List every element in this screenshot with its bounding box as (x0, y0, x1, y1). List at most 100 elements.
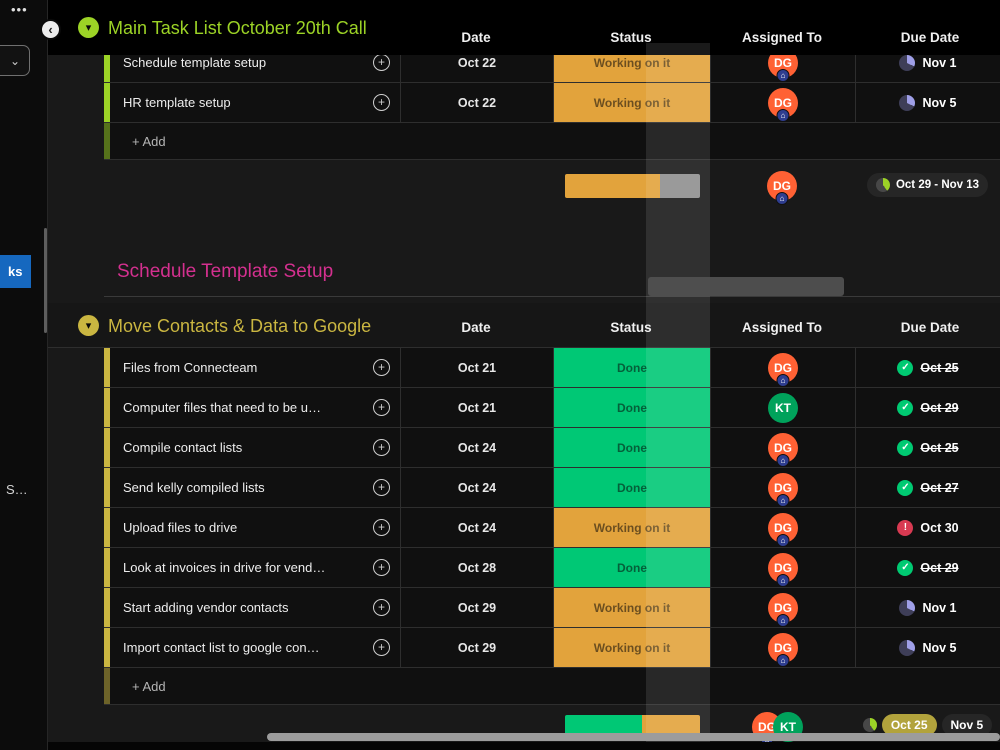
due-date-cell[interactable]: ! Oct 30 (855, 508, 1000, 547)
add-update-icon[interactable]: + (373, 599, 390, 616)
add-task-row[interactable]: + Add (104, 668, 1000, 705)
status-cell[interactable]: Working on it (553, 83, 710, 122)
add-update-icon[interactable]: + (373, 479, 390, 496)
task-name-cell[interactable]: Files from Connecteam + (110, 348, 400, 387)
task-name-cell[interactable]: Upload files to drive + (110, 508, 400, 547)
task-name-cell[interactable]: Start adding vendor contacts + (110, 588, 400, 627)
assignee-cell[interactable]: DG ⌂ (710, 508, 855, 547)
avatar: DG⌂ (768, 592, 798, 627)
collapse-group-icon[interactable]: ▾ (78, 17, 99, 38)
menu-dots-icon[interactable]: ••• (11, 2, 28, 17)
due-date-cell[interactable]: ✓ Oct 29 (855, 548, 1000, 587)
column-header-date[interactable]: Date (461, 30, 490, 45)
table-row[interactable]: Send kelly compiled lists + Oct 24 Done … (104, 468, 1000, 508)
status-cell[interactable]: Done (553, 548, 710, 587)
status-cell[interactable]: Done (553, 428, 710, 467)
sidebar-dropdown[interactable]: ⌄ (0, 45, 30, 76)
progress-pie-icon (875, 178, 890, 192)
task-date[interactable]: Oct 24 (400, 428, 553, 467)
table-row[interactable]: Upload files to drive + Oct 24 Working o… (104, 508, 1000, 548)
check-icon: ✓ (897, 439, 914, 456)
status-distribution-bar[interactable] (565, 174, 700, 198)
due-date-cell[interactable]: Nov 1 (855, 588, 1000, 627)
task-date[interactable]: Oct 28 (400, 548, 553, 587)
add-task-label: + Add (132, 678, 166, 694)
status-cell[interactable]: Working on it (553, 508, 710, 547)
task-name-cell[interactable]: Send kelly compiled lists + (110, 468, 400, 507)
column-header-status[interactable]: Status (610, 320, 651, 335)
column-header-assigned[interactable]: Assigned To (742, 30, 822, 45)
due-date-cell[interactable]: Nov 5 (855, 83, 1000, 122)
summary-assignees[interactable]: DG ⌂ (767, 171, 797, 205)
task-date[interactable]: Oct 22 (400, 83, 553, 122)
column-header-status[interactable]: Status (610, 30, 651, 45)
add-update-icon[interactable]: + (373, 439, 390, 456)
assignee-cell[interactable]: DG ⌂ (710, 83, 855, 122)
assignee-cell[interactable]: DG ⌂ (710, 428, 855, 467)
avatar: KT (768, 392, 798, 423)
sidebar-item-tasks[interactable]: ks (0, 255, 31, 288)
task-name-cell[interactable]: Compile contact lists + (110, 428, 400, 467)
status-cell[interactable]: Done (553, 468, 710, 507)
assignee-cell[interactable]: KT (710, 388, 855, 427)
task-name: Computer files that need to be u… (123, 400, 322, 415)
table-row[interactable]: Import contact list to google con… + Oct… (104, 628, 1000, 668)
collapse-group-icon[interactable]: ▾ (78, 315, 99, 336)
table-row[interactable]: HR template setup + Oct 22 Working on it… (104, 83, 1000, 123)
add-update-icon[interactable]: + (373, 519, 390, 536)
summary-due-range[interactable]: Oct 29 - Nov 13 (855, 173, 1000, 197)
group-title-schedule-template[interactable]: Schedule Template Setup (117, 261, 333, 283)
task-date[interactable]: Oct 24 (400, 508, 553, 547)
due-date-cell[interactable]: ✓ Oct 25 (855, 348, 1000, 387)
table-row[interactable]: Computer files that need to be u… + Oct … (104, 388, 1000, 428)
assignee-cell[interactable]: DG ⌂ (710, 548, 855, 587)
assignee-cell[interactable]: DG ⌂ (710, 628, 855, 667)
due-date-cell[interactable]: ✓ Oct 27 (855, 468, 1000, 507)
add-task-row[interactable]: + Add (104, 123, 1000, 160)
assignee-cell[interactable]: DG ⌂ (710, 348, 855, 387)
due-date-cell[interactable]: ✓ Oct 25 (855, 428, 1000, 467)
add-update-icon[interactable]: + (373, 559, 390, 576)
group-title[interactable]: Move Contacts & Data to Google (108, 316, 371, 337)
add-update-icon[interactable]: + (373, 639, 390, 656)
task-name-cell[interactable]: Computer files that need to be u… + (110, 388, 400, 427)
task-date[interactable]: Oct 21 (400, 348, 553, 387)
group-title[interactable]: Main Task List October 20th Call (108, 18, 367, 39)
add-update-icon[interactable]: + (373, 359, 390, 376)
add-update-icon[interactable]: + (373, 54, 390, 71)
task-name-cell[interactable]: Import contact list to google con… + (110, 628, 400, 667)
sidebar-item-secondary[interactable]: S… (6, 482, 28, 497)
task-date[interactable]: Oct 29 (400, 628, 553, 667)
status-cell[interactable]: Done (553, 388, 710, 427)
time-pie-icon (899, 94, 916, 111)
task-name: Start adding vendor contacts (123, 600, 289, 615)
due-date-cell[interactable]: ✓ Oct 29 (855, 388, 1000, 427)
add-update-icon[interactable]: + (373, 94, 390, 111)
column-header-date[interactable]: Date (461, 320, 490, 335)
status-cell[interactable]: Done (553, 348, 710, 387)
column-header-due[interactable]: Due Date (901, 320, 960, 335)
table-row[interactable]: Start adding vendor contacts + Oct 29 Wo… (104, 588, 1000, 628)
column-header-due[interactable]: Due Date (901, 30, 960, 45)
task-name-cell[interactable]: HR template setup + (110, 83, 400, 122)
column-header-assigned[interactable]: Assigned To (742, 320, 822, 335)
table-row[interactable]: Compile contact lists + Oct 24 Done DG ⌂ … (104, 428, 1000, 468)
due-date-cell[interactable]: Nov 5 (855, 628, 1000, 667)
horizontal-scrollbar[interactable] (267, 733, 1000, 741)
task-date[interactable]: Oct 21 (400, 388, 553, 427)
assignee-cell[interactable]: DG ⌂ (710, 468, 855, 507)
collapse-sidebar-button[interactable]: ‹ (40, 19, 61, 40)
table-row[interactable]: Files from Connecteam + Oct 21 Done DG ⌂ … (104, 348, 1000, 388)
task-date[interactable]: Oct 24 (400, 468, 553, 507)
table-row[interactable]: Look at invoices in drive for vend… + Oc… (104, 548, 1000, 588)
task-date[interactable]: Oct 29 (400, 588, 553, 627)
home-badge-icon: ⌂ (776, 613, 790, 627)
status-cell[interactable]: Working on it (553, 588, 710, 627)
add-update-icon[interactable]: + (373, 399, 390, 416)
task-name-cell[interactable]: Look at invoices in drive for vend… + (110, 548, 400, 587)
assignee-cell[interactable]: DG ⌂ (710, 588, 855, 627)
sidebar-scrollbar[interactable] (44, 228, 47, 333)
avatar: DG⌂ (768, 512, 798, 547)
avatar: DG⌂ (768, 432, 798, 467)
status-cell[interactable]: Working on it (553, 628, 710, 667)
